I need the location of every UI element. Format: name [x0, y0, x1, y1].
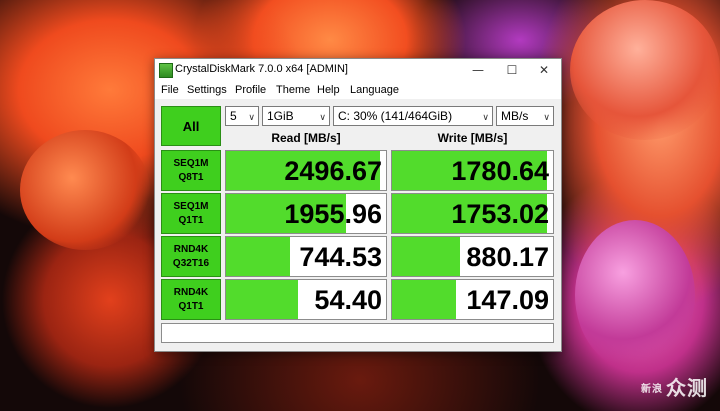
- test-name: SEQ1M: [173, 157, 209, 169]
- read-value: 744.53: [299, 242, 382, 272]
- read-result-cell: 54.40: [225, 279, 387, 320]
- write-value: 1780.64: [451, 156, 549, 186]
- write-value: 880.17: [466, 242, 549, 272]
- test-size-value: 1GiB: [267, 109, 294, 123]
- chevron-down-icon: ∨: [319, 112, 326, 122]
- title-bar[interactable]: CrystalDiskMark 7.0.0 x64 [ADMIN] — ☐ ✕: [155, 59, 561, 81]
- comment-field[interactable]: [161, 323, 554, 343]
- write-value: 147.09: [466, 285, 549, 315]
- test-button-0[interactable]: SEQ1M Q8T1: [161, 150, 221, 191]
- unit-value: MB/s: [501, 109, 529, 123]
- read-result-cell: 1955.96: [225, 193, 387, 234]
- read-progress-bar: [226, 237, 290, 276]
- test-name: SEQ1M: [173, 200, 209, 212]
- read-result-cell: 744.53: [225, 236, 387, 277]
- read-progress-bar: [226, 280, 298, 319]
- menu-language[interactable]: Language: [350, 84, 399, 96]
- write-result-cell: 147.09: [391, 279, 554, 320]
- test-button-1[interactable]: SEQ1M Q1T1: [161, 193, 221, 234]
- read-value: 2496.67: [284, 156, 382, 186]
- test-count-select[interactable]: 5 ∨: [225, 106, 259, 126]
- read-value: 54.40: [314, 285, 382, 315]
- test-size-select[interactable]: 1GiB ∨: [262, 106, 330, 126]
- menu-settings[interactable]: Settings: [187, 84, 227, 96]
- test-name: RND4K: [173, 243, 209, 255]
- write-column-header: Write [MB/s]: [437, 131, 508, 145]
- menu-profile[interactable]: Profile: [235, 84, 266, 96]
- wallpaper-orange-blob: [20, 130, 150, 250]
- read-value: 1955.96: [284, 199, 382, 229]
- test-params: Q1T1: [178, 214, 204, 226]
- window-title: CrystalDiskMark 7.0.0 x64 [ADMIN]: [175, 63, 348, 75]
- write-progress-bar: [392, 237, 460, 276]
- test-params: Q32T16: [172, 257, 210, 269]
- minimize-button[interactable]: —: [461, 59, 495, 81]
- crystaldiskmark-window: CrystalDiskMark 7.0.0 x64 [ADMIN] — ☐ ✕ …: [154, 58, 562, 352]
- maximize-button[interactable]: ☐: [495, 59, 529, 81]
- menu-help[interactable]: Help: [317, 84, 340, 96]
- test-name: RND4K: [173, 286, 209, 298]
- read-column-header: Read [MB/s]: [271, 131, 341, 145]
- test-button-2[interactable]: RND4K Q32T16: [161, 236, 221, 277]
- watermark-logo: 新浪 众测: [641, 376, 708, 400]
- run-all-button[interactable]: All: [161, 106, 221, 146]
- write-value: 1753.02: [451, 199, 549, 229]
- menu-file[interactable]: File: [161, 84, 179, 96]
- write-progress-bar: [392, 280, 457, 319]
- wallpaper-red-blob: [570, 0, 720, 140]
- test-button-3[interactable]: RND4K Q1T1: [161, 279, 221, 320]
- wallpaper-pink-blob: [575, 220, 695, 370]
- test-params: Q8T1: [178, 171, 204, 183]
- chevron-down-icon: ∨: [543, 112, 550, 122]
- menu-bar: File Settings Profile Theme Help Languag…: [155, 81, 561, 99]
- test-count-value: 5: [230, 109, 237, 123]
- app-icon: [159, 63, 173, 78]
- menu-theme[interactable]: Theme: [276, 84, 310, 96]
- drive-value: C: 30% (141/464GiB): [338, 109, 453, 123]
- write-result-cell: 1780.64: [391, 150, 554, 191]
- drive-select[interactable]: C: 30% (141/464GiB) ∨: [333, 106, 493, 126]
- write-result-cell: 1753.02: [391, 193, 554, 234]
- chevron-down-icon: ∨: [482, 112, 489, 122]
- read-result-cell: 2496.67: [225, 150, 387, 191]
- unit-select[interactable]: MB/s ∨: [496, 106, 554, 126]
- chevron-down-icon: ∨: [248, 112, 255, 122]
- close-button[interactable]: ✕: [527, 59, 561, 81]
- test-params: Q1T1: [178, 300, 204, 312]
- write-result-cell: 880.17: [391, 236, 554, 277]
